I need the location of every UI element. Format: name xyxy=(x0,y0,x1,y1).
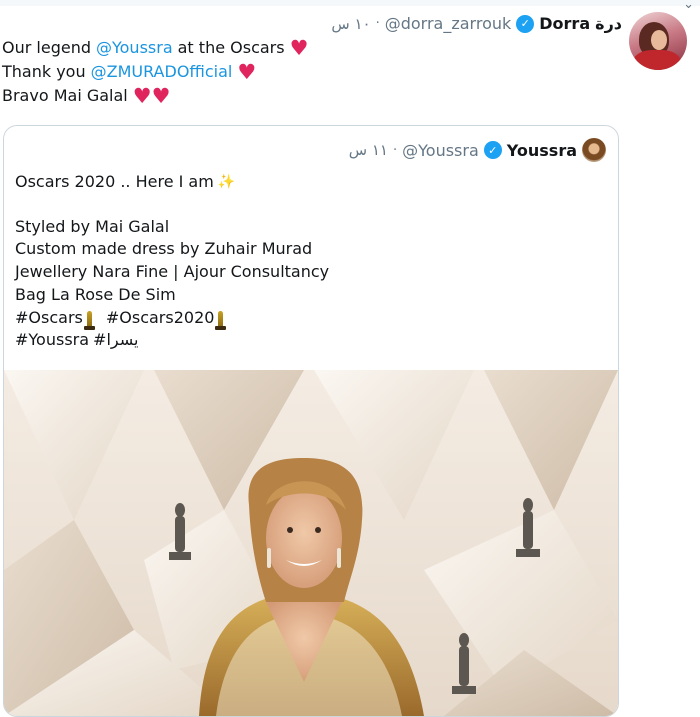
red-heart-icon: ♥ xyxy=(237,60,257,84)
verified-badge-icon: ✓ xyxy=(483,141,502,159)
author-name[interactable]: Dorra xyxy=(539,14,590,33)
quoted-line-6: Bag La Rose De Sim xyxy=(15,284,176,304)
tweet-text-segment: at the Oscars xyxy=(177,38,285,57)
quoted-hashtag-line-2: #Youssra #يسرا xyxy=(15,329,329,352)
tweet-text-segment: Thank you xyxy=(2,62,86,81)
quoted-avatar[interactable] xyxy=(582,138,606,162)
tweet-header: ١٠ س · @dorra_zarrouk ✓ Dorra درة xyxy=(331,14,622,33)
tweet-line-2: Thank you @ZMURADOfficial ♥ xyxy=(2,60,308,84)
quoted-author-name[interactable]: Youssra xyxy=(507,141,577,160)
separator-dot: · xyxy=(392,142,398,158)
avatar-coat xyxy=(633,50,681,70)
quoted-line-4: Custom made dress by Zuhair Murad xyxy=(15,239,313,259)
author-name-arabic[interactable]: درة xyxy=(595,14,622,33)
tweet-time[interactable]: ١٠ س xyxy=(331,15,370,33)
quoted-line: Oscars 2020 .. Here I am ✨ xyxy=(15,171,329,194)
chevron-down-icon[interactable]: ⌄ xyxy=(683,0,694,12)
tweet-text: Our legend @Youssra at the Oscars ♥ Than… xyxy=(2,36,308,108)
red-heart-icon: ♥♥ xyxy=(132,84,171,108)
hashtag-oscars[interactable]: #Oscars xyxy=(15,307,83,330)
quoted-hashtag-line: #Oscars #Oscars2020 xyxy=(15,307,329,330)
quoted-line-1: Oscars 2020 .. Here I am xyxy=(15,172,214,191)
tweet-line-3: Bravo Mai Galal ♥♥ xyxy=(2,84,308,108)
top-strip xyxy=(0,0,700,6)
quoted-line-5: Jewellery Nara Fine | Ajour Consultancy xyxy=(15,262,330,282)
red-heart-icon: ♥ xyxy=(289,36,309,60)
quoted-tweet-time[interactable]: ١١ س xyxy=(349,141,388,159)
tweet-text-segment: Our legend xyxy=(2,38,91,57)
quoted-author-handle[interactable]: @Youssra xyxy=(402,141,479,160)
mention-zmurad[interactable]: @ZMURADOfficial xyxy=(91,60,233,84)
sparkle-star-icon: ✨ xyxy=(217,174,236,190)
oscar-statuette-icon xyxy=(83,310,95,330)
hashtag-oscars2020[interactable]: #Oscars2020 xyxy=(106,307,215,330)
quoted-line-3: Styled by Mai Galal xyxy=(15,216,170,236)
avatar-face xyxy=(651,30,667,50)
hashtag-youssra[interactable]: #Youssra xyxy=(15,329,89,352)
hashtag-arabic[interactable]: #يسرا xyxy=(93,329,138,352)
tweet-line-1: Our legend @Youssra at the Oscars ♥ xyxy=(2,36,308,60)
tweet-text-segment: Bravo Mai Galal xyxy=(2,86,128,105)
oscar-statuette-icon xyxy=(215,310,227,330)
author-handle[interactable]: @dorra_zarrouk xyxy=(385,14,512,33)
avatar[interactable] xyxy=(629,12,687,70)
red-carpet-photo xyxy=(4,370,618,716)
quoted-tweet-card[interactable]: ١١ س · @Youssra ✓ Youssra Oscars 2020 ..… xyxy=(3,125,619,717)
separator-dot: · xyxy=(375,16,380,31)
tweet-photo[interactable] xyxy=(4,370,618,716)
verified-badge-icon: ✓ xyxy=(516,14,535,33)
quoted-tweet-header: ١١ س · @Youssra ✓ Youssra xyxy=(349,138,606,162)
quoted-tweet-text: Oscars 2020 .. Here I am ✨ Styled by Mai… xyxy=(15,171,329,352)
mention-youssra[interactable]: @Youssra xyxy=(96,36,173,60)
